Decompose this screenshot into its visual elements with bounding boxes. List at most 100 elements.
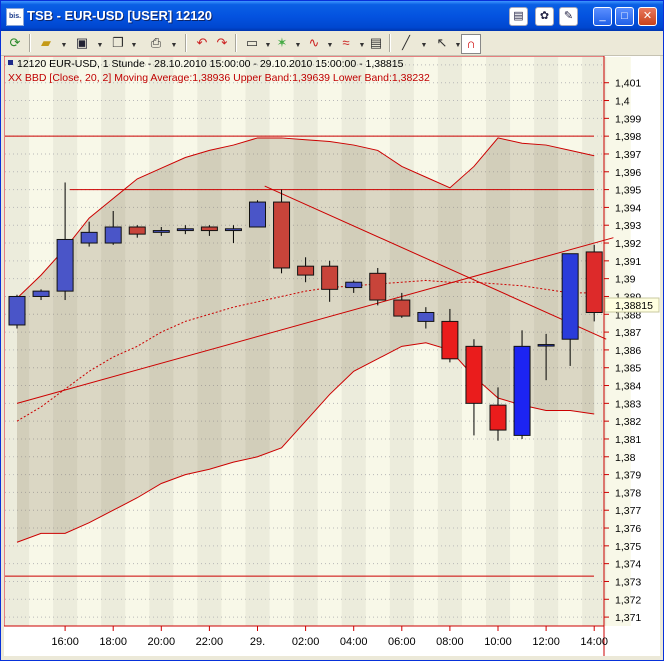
x-tick-label: 06:00 <box>388 636 416 648</box>
chart-header-line1: 12120 EUR-USD, 1 Stunde - 28.10.2010 15:… <box>17 58 404 70</box>
chart-forward-icon[interactable]: ↷ <box>213 34 231 52</box>
y-tick-label: 1,401 <box>615 78 641 90</box>
candle <box>585 244 603 322</box>
y-tick-label: 1,383 <box>615 398 641 410</box>
y-tick-label: 1,393 <box>615 220 641 232</box>
y-tick-label: 1,371 <box>615 612 641 624</box>
candle-body <box>200 226 218 232</box>
maximize-button[interactable]: □ <box>615 7 634 26</box>
x-tick-label: 16:00 <box>51 636 79 648</box>
window-list-icon[interactable]: ▤ <box>509 7 528 26</box>
candle-body <box>273 201 291 269</box>
y-tick-label: 1,4 <box>615 96 630 108</box>
close-button[interactable]: ✕ <box>638 7 657 26</box>
y-tick-label: 1,387 <box>615 327 641 339</box>
candle-body <box>128 226 146 235</box>
properties-icon[interactable]: ▤ <box>367 34 385 52</box>
last-price-label: 1,38815 <box>615 300 653 312</box>
candle-body <box>417 312 435 322</box>
toolbar-separator <box>185 34 187 52</box>
toolbar: ⟳ ▰ ▼ ▣ ▼ ❐ ▼ ⎙ ▼ ↶ ↷ ▭ ▼ ✶ ▼ ∿ ▼ ≈ ▼ ▤ … <box>1 31 663 56</box>
magnet-icon[interactable]: ∩ <box>461 34 481 54</box>
y-tick-label: 1,395 <box>615 185 641 197</box>
candle-body <box>104 226 122 244</box>
dropdown-arrow-icon[interactable]: ▼ <box>91 34 109 52</box>
toolbar-separator <box>235 34 237 52</box>
chart-header-line2: XX BBD [Close, 20, 2] Moving Average:1,3… <box>8 72 430 84</box>
x-tick-label: 12:00 <box>532 636 560 648</box>
toolbar-separator <box>29 34 31 52</box>
title-bar[interactable]: bis. TSB - EUR-USD [USER] 12120 ▤ ✿ ✎ _ … <box>1 1 663 31</box>
candle-body <box>152 230 170 233</box>
y-tick-label: 1,373 <box>615 576 641 588</box>
candle-body <box>80 231 98 244</box>
print-icon[interactable]: ⎙ <box>147 34 165 52</box>
minimize-button[interactable]: _ <box>593 7 612 26</box>
y-tick-label: 1,391 <box>615 256 641 268</box>
y-tick-label: 1,378 <box>615 487 641 499</box>
dropdown-arrow-icon[interactable]: ▼ <box>165 34 183 52</box>
y-tick-label: 1,374 <box>615 559 641 571</box>
dropdown-arrow-icon[interactable]: ▼ <box>125 34 143 52</box>
candle-body <box>393 299 411 317</box>
y-tick-label: 1,386 <box>615 345 641 357</box>
dropdown-arrow-icon[interactable]: ▼ <box>415 34 433 52</box>
app-icon[interactable]: bis. <box>6 8 24 26</box>
x-tick-label: 14:00 <box>580 636 608 648</box>
x-tick-label: 20:00 <box>148 636 176 648</box>
edit-icon[interactable]: ✎ <box>559 7 578 26</box>
candle-body <box>249 201 266 228</box>
x-tick-label: 18:00 <box>99 636 127 648</box>
chart-back-icon[interactable]: ↶ <box>193 34 211 52</box>
y-tick-label: 1,397 <box>615 149 641 161</box>
candle-body <box>345 281 363 289</box>
y-tick-label: 1,377 <box>615 505 641 517</box>
candle-body <box>224 228 242 232</box>
price-chart[interactable]: 1,401 1,4 1,399 1,398 1,397 1,396 1,395 1,394 1,… <box>4 56 660 656</box>
y-tick-label: 1,381 <box>615 434 641 446</box>
candle-body <box>561 253 579 340</box>
draw-line-icon[interactable]: ╱ <box>397 34 415 52</box>
candle <box>249 200 266 228</box>
y-tick-label: 1,385 <box>615 363 641 375</box>
chart-window: bis. TSB - EUR-USD [USER] 12120 ▤ ✿ ✎ _ … <box>0 0 664 661</box>
y-tick-label: 1,375 <box>615 541 641 553</box>
dropdown-arrow-icon[interactable]: ▼ <box>55 34 73 52</box>
x-tick-label: 02:00 <box>292 636 320 648</box>
x-tick-label: 10:00 <box>484 636 512 648</box>
candle-body <box>585 251 603 313</box>
candle-body <box>513 345 531 436</box>
y-tick-label: 1,384 <box>615 381 641 393</box>
y-tick-label: 1,372 <box>615 594 641 606</box>
candle-body <box>8 295 26 326</box>
x-tick-label: 29. <box>250 636 265 648</box>
candle-body <box>176 228 194 232</box>
candle-body <box>297 265 315 276</box>
open-folder-icon[interactable]: ▰ <box>37 34 55 52</box>
y-tick-label: 1,394 <box>615 202 641 214</box>
y-tick-label: 1,39 <box>615 274 636 286</box>
y-tick-label: 1,382 <box>615 416 641 428</box>
candle <box>273 189 291 274</box>
candle-body <box>32 290 50 297</box>
series-marker-icon <box>8 60 13 65</box>
y-tick-label: 1,398 <box>615 131 641 143</box>
candle <box>8 294 26 329</box>
y-tick-label: 1,38 <box>615 452 636 464</box>
candle-body <box>537 344 555 347</box>
refresh-icon[interactable]: ⟳ <box>6 34 24 52</box>
candle-body <box>321 265 339 290</box>
x-tick-label: 04:00 <box>340 636 368 648</box>
y-tick-label: 1,396 <box>615 167 641 179</box>
y-tick-label: 1,379 <box>615 470 641 482</box>
candle-body <box>441 320 459 360</box>
save-icon[interactable]: ▣ <box>73 34 91 52</box>
y-tick-label: 1,399 <box>615 113 641 125</box>
window-title: TSB - EUR-USD [USER] 12120 <box>27 8 212 23</box>
candle-body <box>489 404 507 431</box>
palette-icon[interactable]: ✿ <box>535 7 554 26</box>
y-tick-label: 1,392 <box>615 238 641 250</box>
candle <box>513 330 531 439</box>
candle <box>369 267 387 306</box>
x-tick-label: 22:00 <box>196 636 224 648</box>
